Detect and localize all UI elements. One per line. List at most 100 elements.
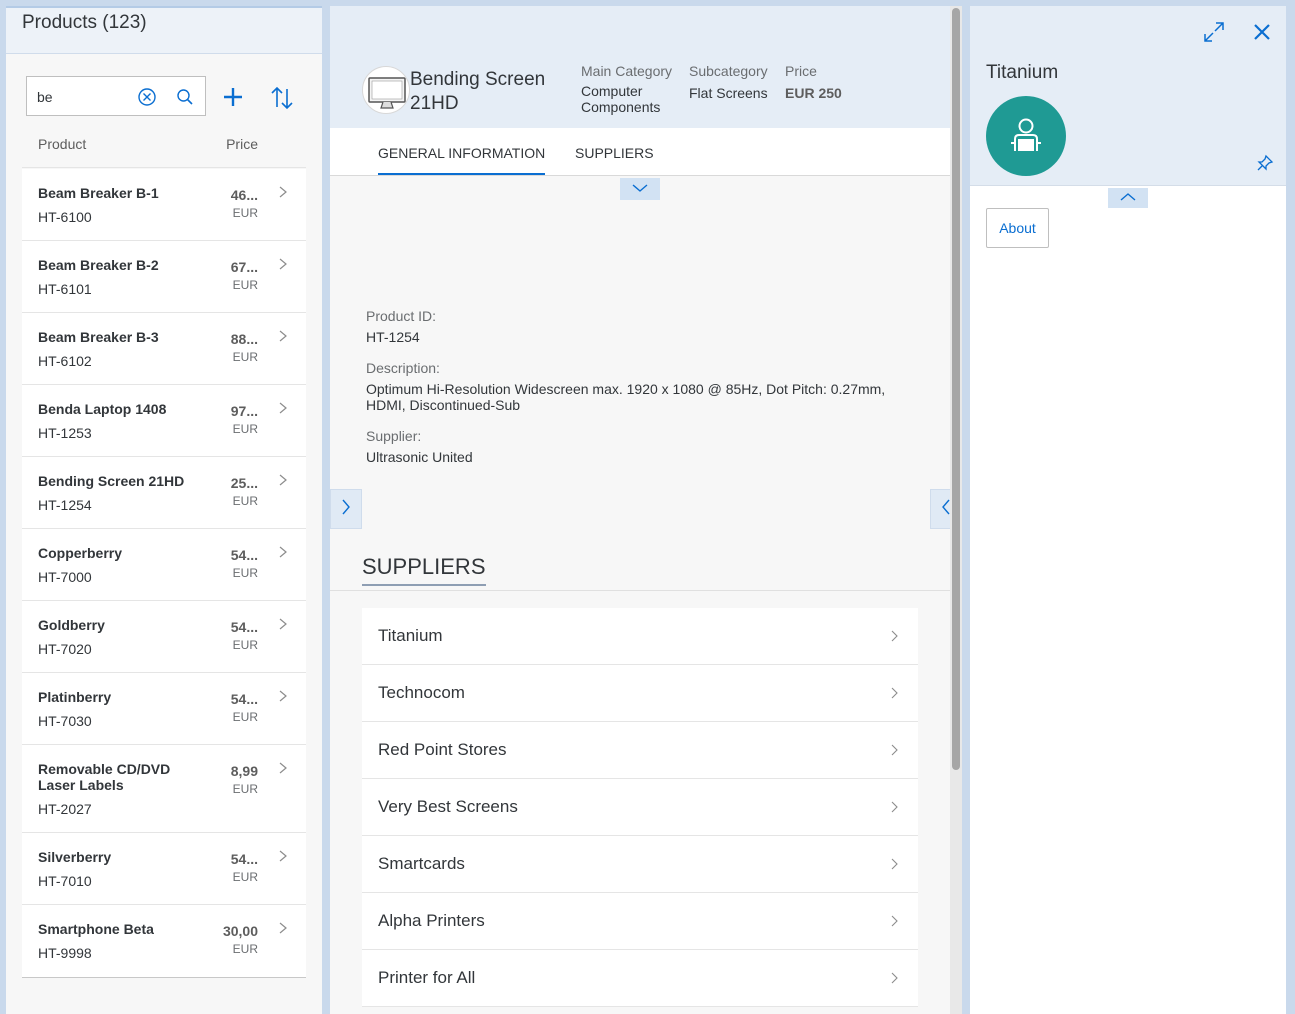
section-divider (330, 590, 950, 591)
list-item[interactable]: Silverberry HT-7010 54... EUR (22, 833, 306, 905)
product-id: HT-7030 (38, 713, 92, 729)
product-image (362, 66, 410, 114)
tab-general-information[interactable]: GENERAL INFORMATION (378, 145, 546, 175)
collapse-header-button[interactable] (620, 178, 660, 200)
product-name: Smartphone Beta (38, 921, 154, 937)
collapse-side-header-button[interactable] (1108, 188, 1148, 208)
supplier-item[interactable]: Very Best Screens (362, 779, 918, 836)
list-item[interactable]: Bending Screen 21HD HT-1254 25... EUR (22, 457, 306, 529)
chevron-up-icon (1120, 189, 1136, 207)
chevron-right-icon (341, 499, 351, 520)
product-price: 67... (230, 259, 258, 275)
list-item[interactable]: Removable CD/DVD Laser Labels HT-2027 8,… (22, 745, 306, 833)
chevron-right-icon (890, 629, 898, 647)
product-id-value: HT-1254 (366, 329, 420, 345)
supplier-name: Alpha Printers (378, 911, 485, 930)
supplier-name: Red Point Stores (378, 740, 507, 759)
scrollbar-thumb[interactable] (952, 8, 960, 770)
product-detail-panel: Bending Screen 21HD Main Category Comput… (330, 6, 962, 1014)
product-currency: EUR (232, 350, 258, 364)
product-name: Beam Breaker B-3 (38, 329, 159, 345)
product-name: Copperberry (38, 545, 123, 561)
product-price: 54... (230, 547, 258, 563)
price-label: Price (785, 63, 817, 79)
main-category-value: Computer Components (581, 83, 661, 115)
chevron-right-icon (890, 686, 898, 704)
chevron-right-icon (890, 800, 898, 818)
product-price: 54... (230, 691, 258, 707)
list-item[interactable]: Beam Breaker B-1 HT-6100 46... EUR (22, 169, 306, 241)
suppliers-list: Titanium Technocom Red Point Stores Very… (362, 608, 918, 1007)
list-item[interactable]: Beam Breaker B-2 HT-6101 67... EUR (22, 241, 306, 313)
suppliers-section-title: SUPPLIERS (362, 554, 486, 586)
detail-scrollbar[interactable] (950, 6, 962, 1014)
product-price: 54... (230, 619, 258, 635)
chevron-right-icon (278, 185, 288, 204)
list-item[interactable]: Copperberry HT-7000 54... EUR (22, 529, 306, 601)
clear-icon[interactable] (137, 87, 157, 107)
close-icon[interactable] (1248, 18, 1276, 46)
product-currency: EUR (232, 494, 258, 508)
supplier-side-panel: Titanium About (970, 6, 1286, 1014)
description-label: Description: (366, 360, 440, 376)
product-price: 97... (230, 403, 258, 419)
product-id-label: Product ID: (366, 308, 437, 324)
search-input[interactable] (37, 88, 132, 106)
product-price: 54... (230, 851, 258, 867)
chevron-right-icon (278, 761, 288, 780)
search-icon[interactable] (175, 87, 195, 107)
product-name: Goldberry (38, 617, 105, 633)
list-item[interactable]: Goldberry HT-7020 54... EUR (22, 601, 306, 673)
master-header: Products (123) (6, 8, 322, 54)
add-icon[interactable] (220, 84, 246, 110)
supplier-item[interactable]: Alpha Printers (362, 893, 918, 950)
product-currency: EUR (232, 870, 258, 884)
supplier-avatar (986, 96, 1066, 176)
chevron-right-icon (278, 545, 288, 564)
product-id: HT-1254 (38, 497, 92, 513)
sort-icon[interactable] (268, 84, 296, 112)
about-button[interactable]: About (986, 208, 1049, 248)
supplier-name: Titanium (378, 626, 443, 645)
list-item[interactable]: Benda Laptop 1408 HT-1253 97... EUR (22, 385, 306, 457)
supplier-name: Technocom (378, 683, 465, 702)
chevron-right-icon (890, 857, 898, 875)
product-currency: EUR (232, 710, 258, 724)
search-field[interactable] (26, 76, 206, 116)
product-price: 88... (230, 331, 258, 347)
chevron-right-icon (278, 921, 288, 940)
chevron-right-icon (890, 971, 898, 989)
product-id: HT-6102 (38, 353, 92, 369)
list-item[interactable]: Platinberry HT-7030 54... EUR (22, 673, 306, 745)
chevron-right-icon (278, 257, 288, 276)
product-currency: EUR (232, 638, 258, 652)
column-header-product: Product (38, 136, 87, 152)
product-id: HT-6101 (38, 281, 92, 297)
product-name: Beam Breaker B-1 (38, 185, 159, 201)
supplier-name: Smartcards (378, 854, 465, 873)
supplier-item[interactable]: Smartcards (362, 836, 918, 893)
list-item[interactable]: Beam Breaker B-3 HT-6102 88... EUR (22, 313, 306, 385)
description-value: Optimum Hi-Resolution Widescreen max. 19… (366, 381, 886, 413)
tab-suppliers[interactable]: SUPPLIERS (575, 145, 654, 161)
product-id: HT-9998 (38, 945, 92, 961)
supplier-item[interactable]: Red Point Stores (362, 722, 918, 779)
product-name: Benda Laptop 1408 (38, 401, 167, 417)
product-id: HT-6100 (38, 209, 92, 225)
expand-master-button[interactable] (330, 489, 362, 529)
supplier-item[interactable]: Printer for All (362, 950, 918, 1007)
chevron-right-icon (890, 914, 898, 932)
pin-icon[interactable] (1254, 152, 1276, 174)
detail-tab-bar: GENERAL INFORMATION SUPPLIERS (330, 128, 950, 176)
product-price: 30,00 (222, 923, 258, 939)
product-name: Bending Screen 21HD (38, 473, 185, 489)
product-id: HT-7000 (38, 569, 92, 585)
supplier-item[interactable]: Technocom (362, 665, 918, 722)
side-title: Titanium (986, 62, 1059, 83)
subcategory-label: Subcategory (689, 63, 768, 79)
supplier-item[interactable]: Titanium (362, 608, 918, 665)
product-name: Beam Breaker B-2 (38, 257, 159, 273)
main-category-label: Main Category (581, 63, 673, 79)
fullscreen-icon[interactable] (1200, 18, 1228, 46)
list-item[interactable]: Smartphone Beta HT-9998 30,00 EUR (22, 905, 306, 977)
